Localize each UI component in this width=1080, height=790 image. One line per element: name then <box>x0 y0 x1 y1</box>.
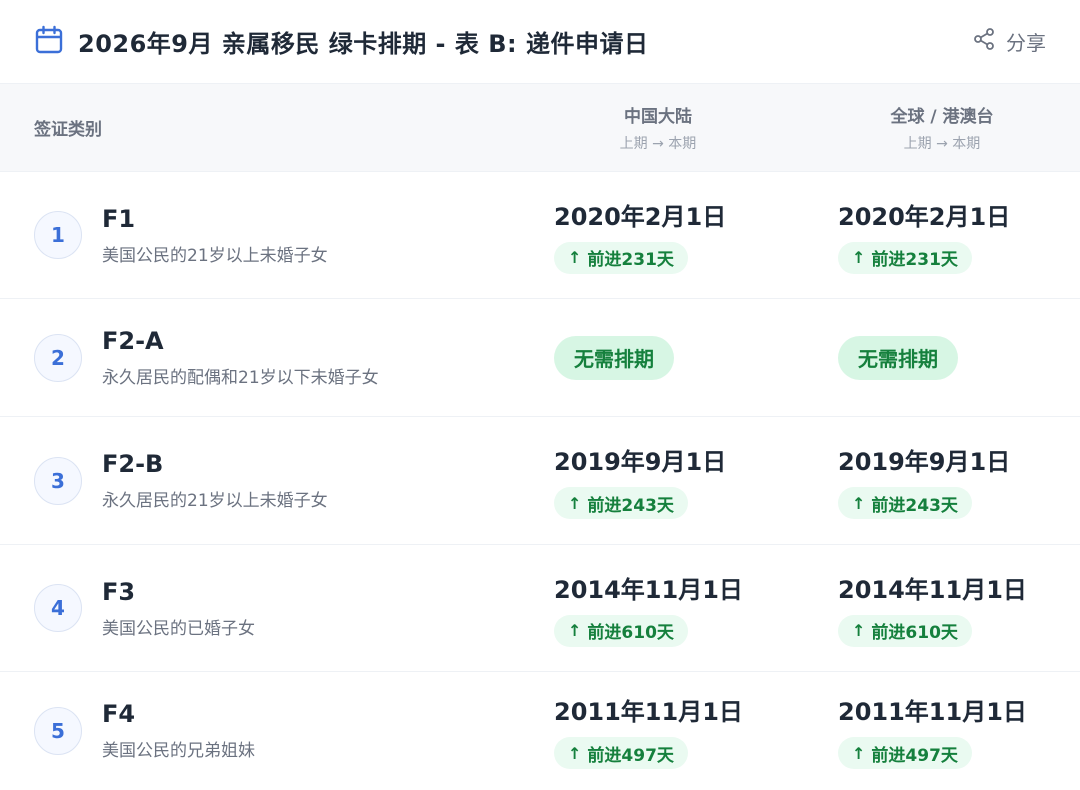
category-text: F1 美国公民的21岁以上未婚子女 <box>102 205 328 266</box>
category-cell: 1 F1 美国公民的21岁以上未婚子女 <box>0 205 540 266</box>
advance-badge: ↑ 前进497天 <box>554 737 688 769</box>
advance-text: 前进243天 <box>587 495 674 516</box>
category-cell: 4 F3 美国公民的已婚子女 <box>0 578 540 639</box>
global-cell: 2020年2月1日 ↑ 前进231天 <box>824 197 1060 274</box>
priority-date: 2014年11月1日 <box>554 575 743 604</box>
arrow-up-icon: ↑ <box>568 493 582 513</box>
priority-date: 2019年9月1日 <box>554 448 727 476</box>
global-cell: 2014年11月1日 ↑ 前进610天 <box>824 570 1060 647</box>
current-status-badge: 无需排期 <box>838 335 958 380</box>
share-button[interactable]: 分享 <box>972 27 1046 56</box>
page-title: 2026年9月 亲属移民 绿卡排期 - 表 B: 递件申请日 <box>78 30 649 58</box>
visa-code: F1 <box>102 204 136 233</box>
share-icon <box>972 27 996 56</box>
china-cell: 2020年2月1日 ↑ 前进231天 <box>540 197 776 274</box>
global-cell: 2011年11月1日 ↑ 前进497天 <box>824 692 1060 769</box>
advance-text: 前进231天 <box>587 250 674 270</box>
calendar-icon <box>34 25 64 59</box>
advance-text: 前进610天 <box>587 623 674 643</box>
visa-description: 美国公民的21岁以上未婚子女 <box>102 245 328 266</box>
china-cell: 2019年9月1日 ↑ 前进243天 <box>540 442 776 519</box>
category-text: F2-A 永久居民的配偶和21岁以下未婚子女 <box>102 327 379 388</box>
visa-description: 永久居民的配偶和21岁以下未婚子女 <box>102 368 379 388</box>
visa-description: 美国公民的已婚子女 <box>102 618 255 639</box>
advance-badge: ↑ 前进497天 <box>838 737 972 769</box>
advance-text: 前进497天 <box>871 745 958 766</box>
column-header-category: 签证类别 <box>34 120 102 140</box>
arrow-up-icon: ↑ <box>852 248 866 267</box>
visa-bulletin-card: 2026年9月 亲属移民 绿卡排期 - 表 B: 递件申请日 分享 签证类别 中… <box>0 0 1080 790</box>
table-row: 1 F1 美国公民的21岁以上未婚子女 2020年2月1日 ↑ 前进231天 20… <box>0 172 1080 299</box>
row-index-badge: 2 <box>34 333 82 382</box>
global-cell: 2019年9月1日 ↑ 前进243天 <box>824 442 1060 519</box>
advance-badge: ↑ 前进231天 <box>554 241 688 274</box>
advance-text: 前进243天 <box>871 495 958 516</box>
global-cell: 无需排期 <box>824 335 1060 380</box>
priority-date: 2014年11月1日 <box>838 575 1027 604</box>
visa-description: 美国公民的兄弟姐妹 <box>102 741 255 761</box>
arrow-up-icon: ↑ <box>568 248 582 267</box>
category-text: F4 美国公民的兄弟姐妹 <box>102 700 255 761</box>
table-header: 签证类别 中国大陆 上期 → 本期 全球 / 港澳台 上期 → 本期 <box>0 84 1080 172</box>
advance-badge: ↑ 前进610天 <box>838 614 972 647</box>
china-cell: 2011年11月1日 ↑ 前进497天 <box>540 692 776 769</box>
advance-badge: ↑ 前进243天 <box>554 487 688 519</box>
visa-code: F2-A <box>102 327 164 355</box>
visa-code: F2-B <box>102 450 164 478</box>
china-cell: 无需排期 <box>540 335 776 380</box>
column-header-global-sub: 上期 → 本期 <box>903 136 981 152</box>
visa-code: F4 <box>102 700 136 728</box>
table-row: 5 F4 美国公民的兄弟姐妹 2011年11月1日 ↑ 前进497天 2011年1… <box>0 672 1080 789</box>
arrow-up-icon: ↑ <box>852 621 866 640</box>
table-row: 3 F2-B 永久居民的21岁以上未婚子女 2019年9月1日 ↑ 前进243天 … <box>0 417 1080 545</box>
visa-code: F3 <box>102 577 136 606</box>
advance-badge: ↑ 前进231天 <box>838 241 972 274</box>
priority-date: 2011年11月1日 <box>554 698 743 726</box>
column-header-china: 中国大陆 上期 → 本期 <box>540 102 776 153</box>
row-index-badge: 1 <box>34 211 82 259</box>
advance-badge: ↑ 前进610天 <box>554 614 688 647</box>
china-cell: 2014年11月1日 ↑ 前进610天 <box>540 570 776 647</box>
advance-text: 前进231天 <box>871 250 958 270</box>
row-index-badge: 4 <box>34 584 82 632</box>
category-cell: 2 F2-A 永久居民的配偶和21岁以下未婚子女 <box>0 327 540 388</box>
advance-badge: ↑ 前进243天 <box>838 487 972 519</box>
table-row: 2 F2-A 永久居民的配偶和21岁以下未婚子女 无需排期 无需排期 <box>0 299 1080 417</box>
priority-date: 2019年9月1日 <box>838 448 1011 476</box>
title-group: 2026年9月 亲属移民 绿卡排期 - 表 B: 递件申请日 <box>34 24 648 59</box>
share-label: 分享 <box>1006 31 1046 55</box>
arrow-up-icon: ↑ <box>852 743 866 763</box>
column-header-global-label: 全球 / 港澳台 <box>890 107 994 127</box>
category-text: F2-B 永久居民的21岁以上未婚子女 <box>102 450 328 511</box>
column-header-china-label: 中国大陆 <box>624 107 692 127</box>
header-bar: 2026年9月 亲属移民 绿卡排期 - 表 B: 递件申请日 分享 <box>0 0 1080 84</box>
row-index-badge: 5 <box>34 706 82 755</box>
category-cell: 5 F4 美国公民的兄弟姐妹 <box>0 700 540 761</box>
priority-date: 2011年11月1日 <box>838 698 1027 726</box>
priority-date: 2020年2月1日 <box>554 202 727 231</box>
advance-text: 前进610天 <box>871 623 958 643</box>
arrow-up-icon: ↑ <box>568 743 582 763</box>
table-row: 4 F3 美国公民的已婚子女 2014年11月1日 ↑ 前进610天 2014年1… <box>0 545 1080 672</box>
visa-description: 永久居民的21岁以上未婚子女 <box>102 491 328 511</box>
category-cell: 3 F2-B 永久居民的21岁以上未婚子女 <box>0 450 540 511</box>
row-index-badge: 3 <box>34 456 82 505</box>
current-status-badge: 无需排期 <box>554 335 674 380</box>
column-header-china-sub: 上期 → 本期 <box>619 136 697 152</box>
category-text: F3 美国公民的已婚子女 <box>102 578 255 639</box>
arrow-up-icon: ↑ <box>852 493 866 513</box>
priority-date: 2020年2月1日 <box>838 202 1011 231</box>
advance-text: 前进497天 <box>587 745 674 766</box>
column-header-global: 全球 / 港澳台 上期 → 本期 <box>824 102 1060 153</box>
arrow-up-icon: ↑ <box>568 621 582 640</box>
